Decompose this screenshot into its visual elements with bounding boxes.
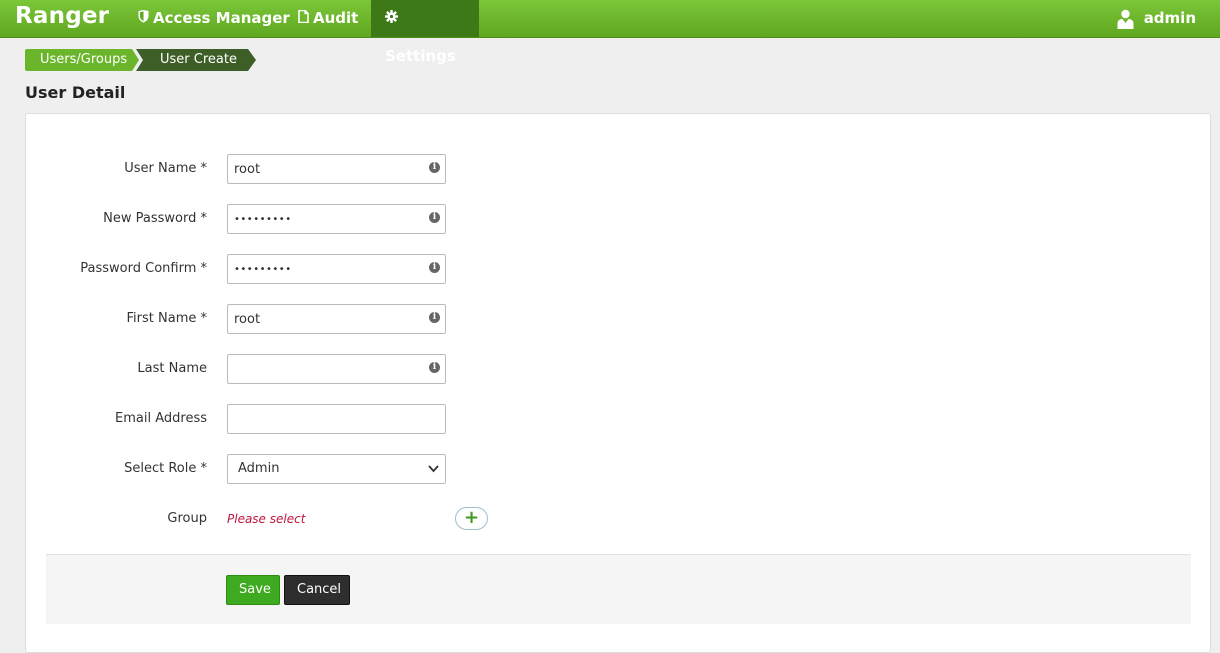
- info-icon[interactable]: i: [429, 362, 440, 373]
- email-row: Email Address: [26, 404, 626, 434]
- role-selected-value: Admin: [238, 461, 280, 476]
- new-password-label: New Password *: [103, 211, 207, 226]
- password-confirm-field[interactable]: i: [227, 254, 446, 284]
- user-menu[interactable]: admin: [1117, 0, 1196, 37]
- group-select-placeholder[interactable]: Please select: [227, 504, 305, 534]
- nav-settings-label: Settings: [385, 47, 456, 65]
- nav-settings[interactable]: Settings: [371, 0, 479, 65]
- group-label: Group: [167, 511, 207, 526]
- email-label: Email Address: [115, 411, 207, 426]
- page-title: User Detail: [25, 83, 126, 102]
- top-navbar: Ranger Access Manager Audit Settings adm…: [0, 0, 1220, 65]
- file-icon: [298, 2, 309, 38]
- password-confirm-row: Password Confirm * i: [26, 254, 626, 284]
- nav-audit-label: Audit: [313, 9, 359, 27]
- user-detail-panel: User Name * i New Password * i Password …: [25, 113, 1211, 653]
- breadcrumb-users-groups-label: Users/Groups: [40, 52, 128, 67]
- first-name-field[interactable]: i: [227, 304, 446, 334]
- group-row: Group Please select +: [26, 504, 626, 534]
- user-name-input[interactable]: [228, 155, 418, 183]
- user-name: admin: [1143, 9, 1196, 27]
- last-name-field[interactable]: i: [227, 354, 446, 384]
- gear-icon: [385, 2, 398, 38]
- shield-icon: [138, 2, 149, 38]
- password-confirm-label: Password Confirm *: [80, 261, 207, 276]
- last-name-row: Last Name i: [26, 354, 626, 384]
- nav-access-manager[interactable]: Access Manager: [124, 0, 304, 37]
- first-name-input[interactable]: [228, 305, 418, 333]
- last-name-input[interactable]: [228, 355, 418, 383]
- role-select[interactable]: Admin: [227, 454, 446, 484]
- nav-access-manager-label: Access Manager: [153, 9, 290, 27]
- user-name-field[interactable]: i: [227, 154, 446, 184]
- first-name-label: First Name *: [126, 311, 207, 326]
- add-group-button[interactable]: +: [455, 507, 488, 530]
- new-password-input[interactable]: [228, 205, 418, 233]
- user-icon: [1117, 9, 1143, 29]
- chevron-down-icon: [428, 455, 439, 495]
- breadcrumb-user-create: User Create: [136, 49, 257, 71]
- cancel-button[interactable]: Cancel: [284, 575, 350, 605]
- email-field[interactable]: [227, 404, 446, 434]
- role-row: Select Role * Admin: [26, 454, 626, 484]
- form-actions: Save Cancel: [46, 554, 1191, 624]
- info-icon[interactable]: i: [429, 312, 440, 323]
- save-button[interactable]: Save: [226, 575, 280, 605]
- first-name-row: First Name * i: [26, 304, 626, 334]
- plus-icon: +: [463, 507, 480, 528]
- email-input[interactable]: [228, 405, 418, 433]
- breadcrumb-users-groups[interactable]: Users/Groups: [25, 49, 141, 71]
- new-password-row: New Password * i: [26, 204, 626, 234]
- role-label: Select Role *: [124, 461, 207, 476]
- breadcrumb-user-create-label: User Create: [160, 52, 237, 67]
- nav-audit[interactable]: Audit: [284, 0, 372, 37]
- user-name-label: User Name *: [124, 161, 207, 176]
- last-name-label: Last Name: [137, 361, 207, 376]
- info-icon[interactable]: i: [429, 212, 440, 223]
- info-icon[interactable]: i: [429, 262, 440, 273]
- new-password-field[interactable]: i: [227, 204, 446, 234]
- info-icon[interactable]: i: [429, 162, 440, 173]
- user-name-row: User Name * i: [26, 154, 626, 184]
- password-confirm-input[interactable]: [228, 255, 418, 283]
- brand-logo[interactable]: Ranger: [15, 3, 109, 29]
